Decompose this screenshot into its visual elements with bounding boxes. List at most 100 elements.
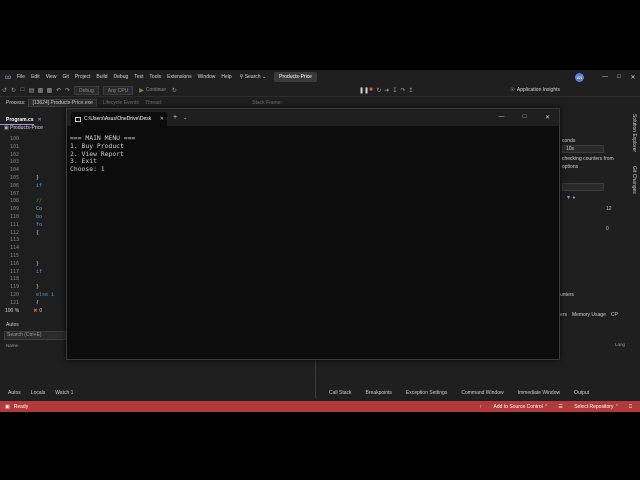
tab-memory-usage[interactable]: Memory Usage xyxy=(572,312,606,318)
menu-debug[interactable]: Debug xyxy=(114,74,129,80)
tab-exception-settings[interactable]: Exception Settings xyxy=(406,390,447,396)
code-line[interactable]: 104 xyxy=(0,167,68,175)
platform-dropdown[interactable]: Any CPU xyxy=(102,85,134,95)
new-tab-button[interactable]: + xyxy=(173,114,177,121)
code-line[interactable]: 106 if xyxy=(0,183,68,191)
menu-git[interactable]: Git xyxy=(62,74,68,80)
tab-call-stack[interactable]: Call Stack xyxy=(329,390,352,396)
code-line[interactable]: 110 bo xyxy=(0,214,68,222)
menu-tools[interactable]: Tools xyxy=(149,74,161,80)
tab-program-cs[interactable]: Program.cs xyxy=(0,115,34,125)
pause-icon[interactable]: ❚❚ xyxy=(359,87,369,94)
step-out-icon[interactable]: ↥ xyxy=(407,87,415,94)
zoom-level[interactable]: 100 % xyxy=(5,308,19,314)
menu-help[interactable]: Help xyxy=(221,74,231,80)
code-line[interactable]: 120 else i xyxy=(0,292,68,300)
menu-window[interactable]: Window xyxy=(198,74,216,80)
maximize-button[interactable]: □ xyxy=(612,74,626,80)
console-output[interactable]: === MAIN MENU === 1. Buy Product 2. View R… xyxy=(70,134,135,174)
pin-icon[interactable]: ✕ xyxy=(38,117,42,123)
new-item-icon[interactable]: □ xyxy=(18,87,27,93)
console-tab[interactable]: C:\Users\Asus\OneDrive\Desk ✕ xyxy=(71,112,167,126)
tab-immediate-window[interactable]: Immediate Window xyxy=(518,390,561,396)
continue-button[interactable]: Continue xyxy=(146,87,166,93)
diagnostic-field[interactable] xyxy=(562,183,604,191)
step-into-icon[interactable]: ↧ xyxy=(391,87,399,94)
console-minimize-button[interactable]: — xyxy=(490,114,513,121)
menu-edit[interactable]: Edit xyxy=(31,74,40,80)
git-changes-tab[interactable]: Git Changes xyxy=(631,166,637,194)
code-line[interactable]: 102 xyxy=(0,152,68,160)
search-box[interactable]: ⚲ Search ⌄ xyxy=(240,74,267,80)
show-next-statement-icon[interactable]: ➜ xyxy=(383,87,391,94)
code-line[interactable]: 111 fo xyxy=(0,222,68,230)
menu-view[interactable]: View xyxy=(46,74,57,80)
code-line[interactable]: 103 xyxy=(0,159,68,167)
menu-project[interactable]: Project xyxy=(75,74,91,80)
process-dropdown[interactable]: [13624] Products-Price.exe xyxy=(28,99,97,107)
autos-search-input[interactable]: Search (Ctrl+E) xyxy=(4,331,66,340)
console-line: Choose: 1 xyxy=(70,165,105,174)
code-line[interactable]: 119} xyxy=(0,284,68,292)
step-over-icon[interactable]: ↷ xyxy=(399,87,407,94)
code-line[interactable]: 101 xyxy=(0,144,68,152)
console-close-button[interactable]: ✕ xyxy=(536,114,559,121)
code-line[interactable]: 113 xyxy=(0,237,68,245)
solution-explorer-tab[interactable]: Solution Explorer xyxy=(631,114,637,152)
application-insights-button[interactable]: ☉ Application Insights xyxy=(510,87,560,93)
close-tab-icon[interactable]: ✕ xyxy=(160,116,164,122)
code-line[interactable]: 107 xyxy=(0,191,68,199)
code-line[interactable]: 109 Co xyxy=(0,206,68,214)
code-line[interactable]: 108 // xyxy=(0,198,68,206)
tab-autos[interactable]: Autos xyxy=(8,390,21,396)
tab-command-window[interactable]: Command Window xyxy=(461,390,503,396)
error-icon[interactable]: ✖ xyxy=(33,308,37,314)
tab-output[interactable]: Output xyxy=(574,390,589,396)
project-dropdown[interactable]: ▣ Products-Price xyxy=(4,125,43,131)
code-line[interactable]: 118 xyxy=(0,276,68,284)
close-button[interactable]: ✕ xyxy=(626,74,640,81)
code-line[interactable]: 115 xyxy=(0,253,68,261)
tab-cpu[interactable]: CP xyxy=(611,312,618,318)
add-source-control-button[interactable]: ↑ Add to Source Control ⌃ xyxy=(480,404,549,410)
filter-icon[interactable]: ▼ ● xyxy=(566,195,575,201)
play-icon[interactable]: ▶ xyxy=(139,87,144,94)
forward-icon[interactable]: ↻ xyxy=(9,87,18,94)
menu-file[interactable]: File xyxy=(17,74,25,80)
select-repository-button[interactable]: ☰ Select Repository ⌃ xyxy=(558,404,619,410)
code-line[interactable]: 117 if xyxy=(0,269,68,277)
hot-reload-icon[interactable]: ↻ xyxy=(170,87,179,94)
undo-icon[interactable]: ↶ xyxy=(54,87,63,94)
tab-watch-1[interactable]: Watch 1 xyxy=(55,390,73,396)
stop-icon[interactable]: ■ xyxy=(367,87,375,93)
name-column-header[interactable]: Name xyxy=(6,343,18,348)
save-icon[interactable]: ▩ xyxy=(36,87,45,94)
menu-build[interactable]: Build xyxy=(96,74,107,80)
code-editor[interactable]: 100 101 102 103 104 105} 106 if 107 108//109 Co 110… xyxy=(0,136,68,304)
code-line[interactable]: 121 { xyxy=(0,300,68,304)
open-icon[interactable]: ▤ xyxy=(27,87,36,94)
lifecycle-events-button[interactable]: Lifecycle Events xyxy=(103,100,139,106)
console-maximize-button[interactable]: □ xyxy=(513,114,536,121)
avatar[interactable]: AN xyxy=(575,72,584,82)
minimize-button[interactable]: — xyxy=(598,74,612,80)
code-line[interactable]: 112 { xyxy=(0,230,68,238)
code-line[interactable]: 100 xyxy=(0,136,68,144)
tab-dropdown-icon[interactable]: ⌄ xyxy=(183,115,187,121)
tab-events[interactable]: ers xyxy=(560,312,567,318)
save-all-icon[interactable]: ▩ xyxy=(45,87,54,94)
back-icon[interactable]: ↺ xyxy=(0,87,9,94)
menu-extensions[interactable]: Extensions xyxy=(167,74,191,80)
tab-locals[interactable]: Locals xyxy=(31,390,45,396)
code-line[interactable]: 114 xyxy=(0,245,68,253)
code-line[interactable]: 116} xyxy=(0,261,68,269)
counters-label: unters xyxy=(560,292,574,298)
notifications-icon[interactable]: ⎕ xyxy=(629,404,632,410)
menu-test[interactable]: Test xyxy=(134,74,143,80)
redo-icon[interactable]: ↷ xyxy=(63,87,72,94)
code-line[interactable]: 105} xyxy=(0,175,68,183)
console-window[interactable]: C:\Users\Asus\OneDrive\Desk ✕ + ⌄ — □ ✕ … xyxy=(66,108,560,360)
tab-breakpoints[interactable]: Breakpoints xyxy=(366,390,392,396)
configuration-dropdown[interactable]: Debug xyxy=(74,85,99,95)
restart-icon[interactable]: ↻ xyxy=(375,87,383,94)
